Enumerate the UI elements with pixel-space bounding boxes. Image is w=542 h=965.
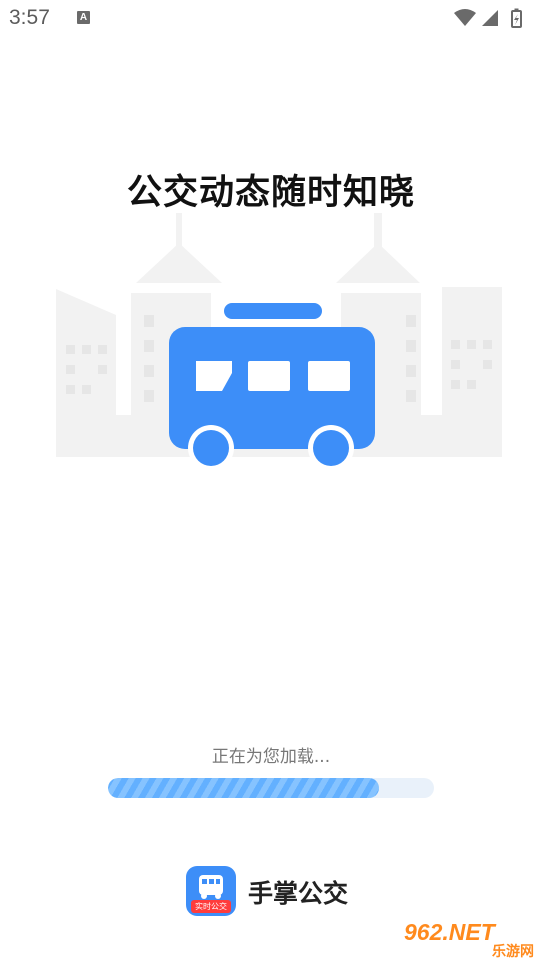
app-logo-icon: 实时公交 [186, 866, 236, 916]
status-time: 3:57 [9, 6, 50, 29]
watermark: 962.NET 乐游网 [404, 919, 536, 960]
loading-progress-fill [108, 778, 379, 798]
watermark-site-name: 乐游网 [492, 944, 534, 960]
cell-signal-icon [482, 10, 498, 26]
status-bar: 3:57 A [0, 0, 542, 36]
status-icons [454, 8, 522, 28]
loading-text: 正在为您加载... [211, 747, 331, 767]
app-logo-tag: 实时公交 [191, 900, 231, 913]
watermark-logo-text: 962.NET [404, 919, 495, 945]
loading-progress-bar [108, 778, 434, 798]
notification-a-icon: A [77, 11, 90, 24]
battery-icon [511, 8, 522, 28]
bus-illustration [56, 213, 502, 471]
wifi-icon [454, 9, 476, 26]
bus-icon [169, 303, 375, 471]
app-name: 手掌公交 [248, 879, 349, 908]
